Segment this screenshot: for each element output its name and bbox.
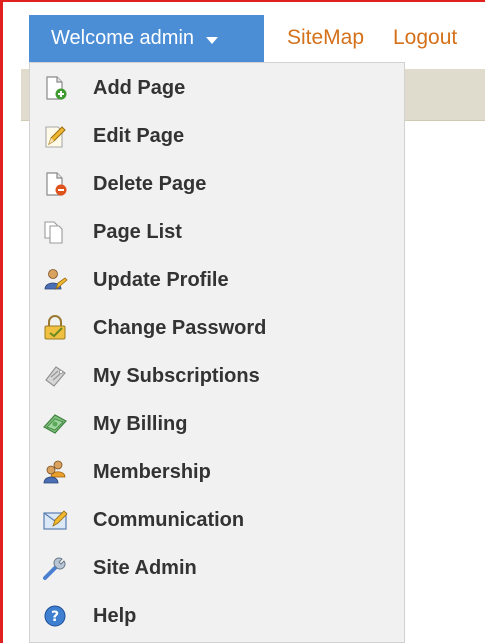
menu-item-page-list[interactable]: Page List bbox=[30, 210, 404, 254]
menu-item-label: Page List bbox=[93, 220, 182, 243]
site-admin-icon bbox=[42, 555, 68, 581]
svg-text:?: ? bbox=[51, 609, 59, 625]
chevron-down-icon bbox=[206, 36, 219, 44]
menu-item-help[interactable]: ? Help bbox=[30, 594, 404, 638]
billing-icon bbox=[42, 411, 68, 437]
menu-item-label: Site Admin bbox=[93, 556, 197, 579]
delete-page-icon bbox=[42, 171, 68, 197]
top-bar: Welcome admin SiteMap Logout bbox=[0, 0, 485, 62]
welcome-label: Welcome admin bbox=[51, 27, 195, 49]
edit-page-icon bbox=[42, 123, 68, 149]
menu-item-label: My Billing bbox=[93, 412, 188, 435]
user-dropdown-menu: Add Page Edit Page Delete Page Page List… bbox=[29, 62, 405, 643]
menu-item-change-password[interactable]: Change Password bbox=[30, 306, 404, 350]
menu-item-label: Change Password bbox=[93, 316, 267, 339]
menu-item-label: Help bbox=[93, 604, 137, 627]
menu-item-label: Edit Page bbox=[93, 124, 185, 147]
menu-item-label: Communication bbox=[93, 508, 245, 531]
help-icon: ? bbox=[42, 603, 68, 629]
change-password-icon bbox=[42, 315, 68, 341]
sitemap-link[interactable]: SiteMap bbox=[287, 26, 364, 50]
communication-icon bbox=[42, 507, 68, 533]
menu-item-label: Update Profile bbox=[93, 268, 229, 291]
menu-item-update-profile[interactable]: Update Profile bbox=[30, 258, 404, 302]
menu-item-my-subscriptions[interactable]: My Subscriptions bbox=[30, 354, 404, 398]
update-profile-icon bbox=[42, 267, 68, 293]
welcome-menu-button[interactable]: Welcome admin bbox=[29, 15, 264, 62]
menu-item-my-billing[interactable]: My Billing bbox=[30, 402, 404, 446]
menu-item-label: Delete Page bbox=[93, 172, 207, 195]
menu-item-communication[interactable]: Communication bbox=[30, 498, 404, 542]
menu-item-add-page[interactable]: Add Page bbox=[30, 66, 404, 110]
page-list-icon bbox=[42, 219, 68, 245]
menu-item-delete-page[interactable]: Delete Page bbox=[30, 162, 404, 206]
subscriptions-icon bbox=[42, 363, 68, 389]
add-page-icon bbox=[42, 75, 68, 101]
menu-item-label: Membership bbox=[93, 460, 211, 483]
membership-icon bbox=[42, 459, 68, 485]
logout-link[interactable]: Logout bbox=[393, 26, 457, 50]
menu-item-label: My Subscriptions bbox=[93, 364, 260, 387]
menu-item-site-admin[interactable]: Site Admin bbox=[30, 546, 404, 590]
menu-item-edit-page[interactable]: Edit Page bbox=[30, 114, 404, 158]
menu-item-membership[interactable]: Membership bbox=[30, 450, 404, 494]
menu-item-label: Add Page bbox=[93, 76, 186, 99]
